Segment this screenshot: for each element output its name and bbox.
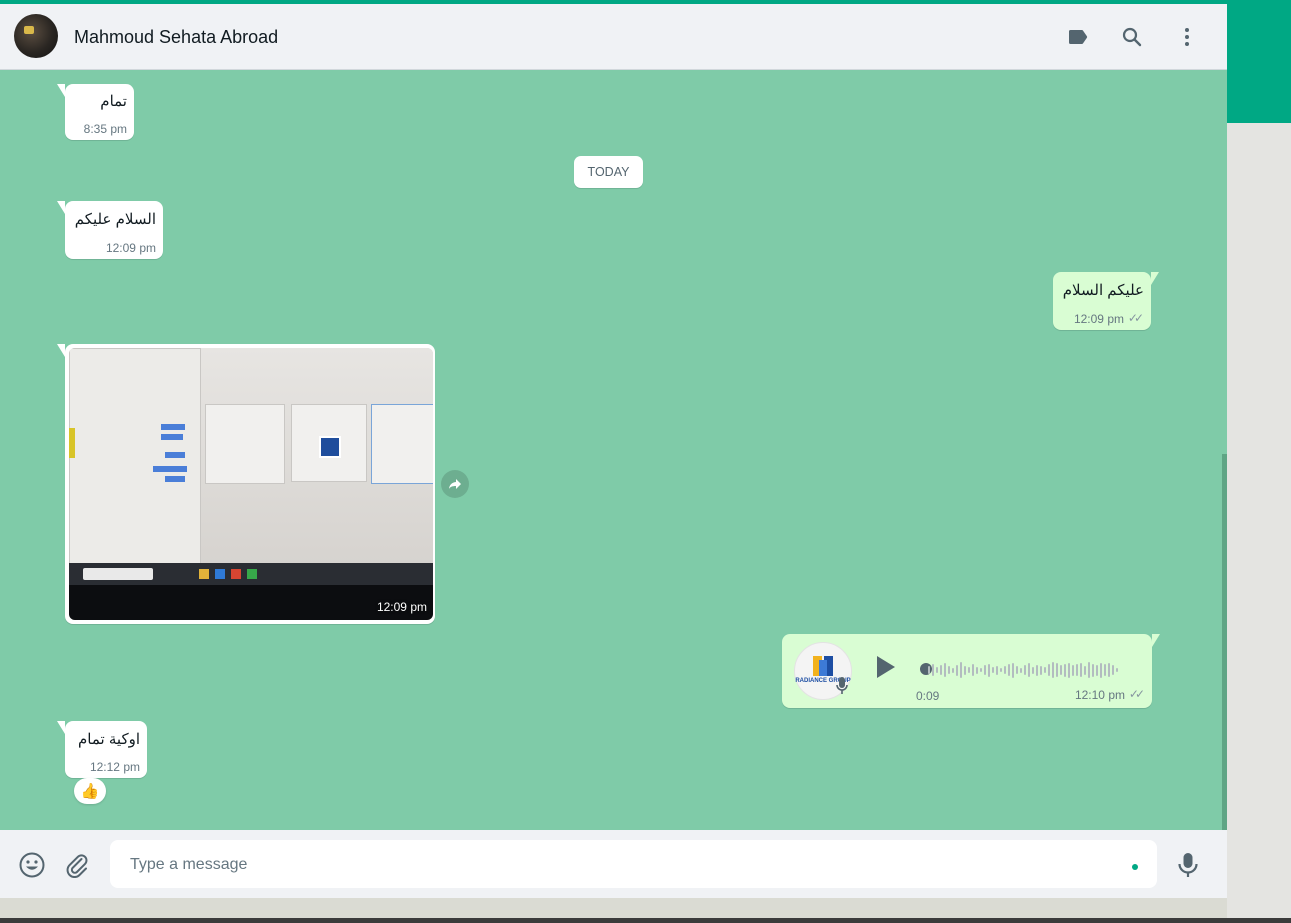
message-time: 12:09 pm xyxy=(105,241,156,255)
menu-icon[interactable] xyxy=(1172,22,1202,52)
message-text: اوكية تمام xyxy=(78,731,140,748)
message-bubble[interactable]: السلام عليكم 12:09 pm xyxy=(57,201,163,259)
read-receipt-icon: ✓✓ xyxy=(1128,687,1145,701)
scrollbar[interactable] xyxy=(1222,454,1227,830)
voice-message[interactable]: RADIANCE GROUP 0:09 12:10 pm ✓✓ xyxy=(782,634,1160,708)
message-time: 12:09 pm xyxy=(1073,312,1124,326)
message-time: 12:10 pm xyxy=(1074,688,1125,702)
date-divider: TODAY xyxy=(574,156,643,188)
chat-header[interactable]: Mahmoud Sehata Abroad xyxy=(0,4,1227,70)
voice-waveform[interactable] xyxy=(928,660,1118,680)
message-bubble[interactable]: تمام 8:35 pm xyxy=(57,84,134,140)
message-composer xyxy=(0,830,1227,898)
mic-icon[interactable] xyxy=(1173,850,1203,880)
app-background-accent xyxy=(1227,4,1291,123)
attach-icon[interactable] xyxy=(62,850,92,880)
message-input-container[interactable] xyxy=(110,840,1157,890)
message-bubble[interactable]: عليكم السلام 12:09 pm ✓✓ xyxy=(1053,272,1159,330)
emoji-icon[interactable] xyxy=(17,850,47,880)
taskbar-edge xyxy=(0,918,1291,923)
message-text: السلام عليكم xyxy=(74,211,156,228)
message-text: عليكم السلام xyxy=(1062,282,1144,299)
message-time: 12:09 pm xyxy=(376,600,427,614)
message-time: 8:35 pm xyxy=(83,122,127,136)
image-message[interactable]: 12:09 pm xyxy=(57,344,435,624)
message-input[interactable] xyxy=(128,840,1112,890)
app-background xyxy=(1227,123,1291,919)
label-icon[interactable] xyxy=(1063,22,1093,52)
contact-avatar[interactable] xyxy=(14,14,58,58)
status-dot xyxy=(1132,864,1138,870)
message-bubble[interactable]: اوكية تمام 12:12 pm xyxy=(57,721,147,778)
play-icon[interactable] xyxy=(870,652,900,682)
contact-name[interactable]: Mahmoud Sehata Abroad xyxy=(74,27,278,48)
message-text: تمام xyxy=(100,93,127,110)
read-receipt-icon: ✓✓ xyxy=(1127,311,1144,325)
message-photo[interactable]: 12:09 pm xyxy=(69,348,433,620)
message-time: 12:12 pm xyxy=(89,760,140,774)
search-icon[interactable] xyxy=(1117,22,1147,52)
forward-icon[interactable] xyxy=(441,470,469,498)
message-list[interactable]: تمام 8:35 pm TODAY السلام عليكم 12:09 pm… xyxy=(0,70,1222,830)
reaction-badge[interactable]: 👍 xyxy=(74,778,106,804)
chat-panel: Mahmoud Sehata Abroad تمام 8:35 pm TODAY… xyxy=(0,4,1227,898)
voice-duration: 0:09 xyxy=(916,689,940,703)
mic-badge-icon xyxy=(835,676,849,701)
